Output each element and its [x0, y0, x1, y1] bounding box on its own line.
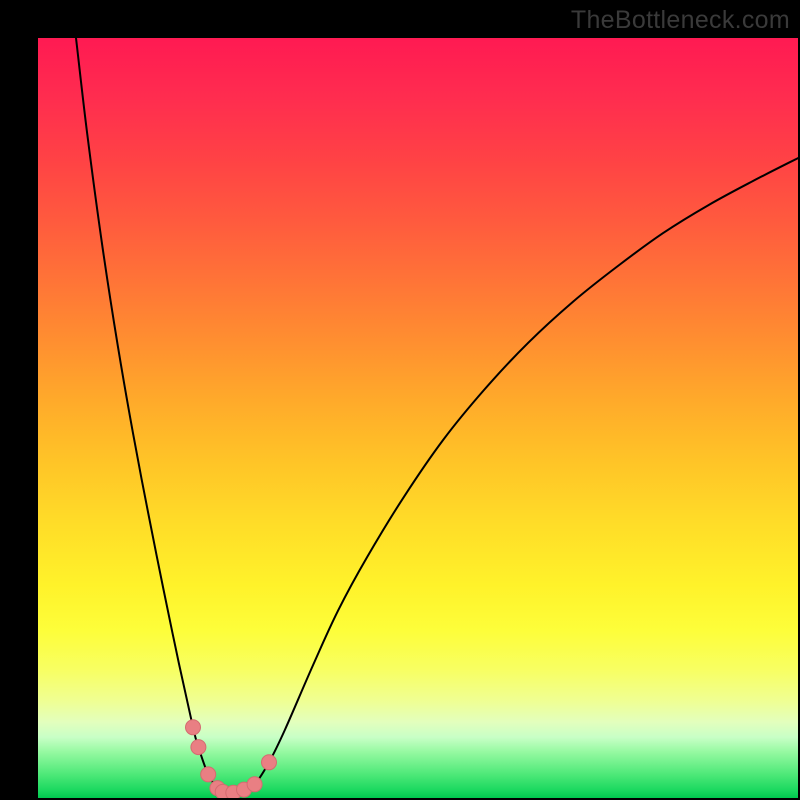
data-marker: [191, 740, 206, 755]
watermark-text: TheBottleneck.com: [571, 6, 790, 35]
plot-area: [38, 38, 798, 798]
data-marker: [186, 720, 201, 735]
data-marker: [262, 755, 277, 770]
chart-svg: [38, 38, 798, 798]
bottleneck-curve: [76, 38, 798, 793]
data-marker: [247, 777, 262, 792]
data-marker: [201, 767, 216, 782]
chart-frame: TheBottleneck.com: [0, 0, 800, 800]
